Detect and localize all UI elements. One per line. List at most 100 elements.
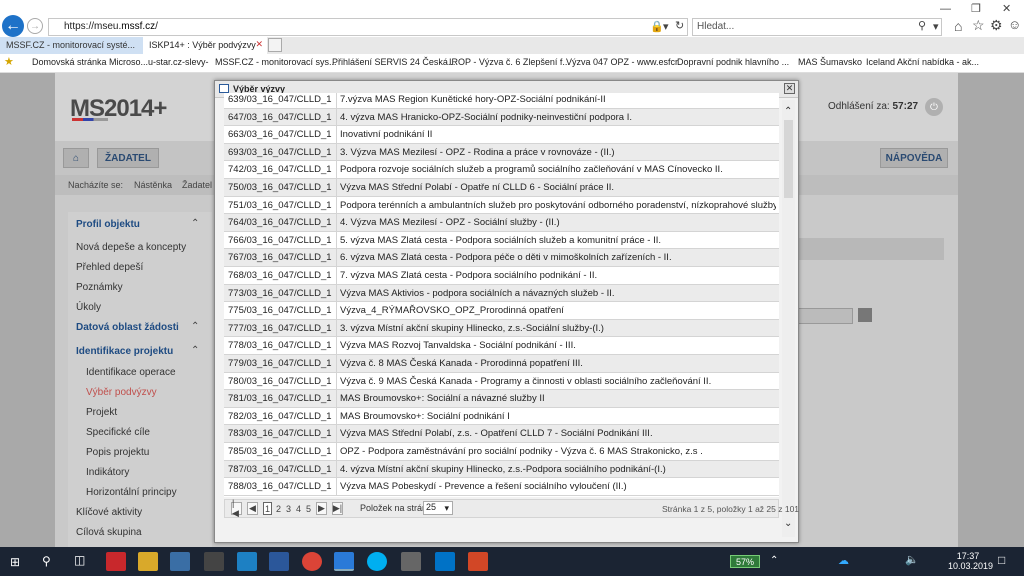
- selection-field[interactable]: [798, 308, 853, 324]
- sidebar-item[interactable]: Výběr podvýzvy: [86, 387, 157, 398]
- scrollbar-thumb[interactable]: [784, 120, 793, 198]
- dropdown-icon[interactable]: ▾: [663, 20, 669, 33]
- sidebar-item[interactable]: Klíčové aktivity: [76, 507, 142, 518]
- forward-button[interactable]: →: [27, 18, 43, 34]
- list-picker-icon[interactable]: [858, 308, 872, 322]
- favorites-star-icon[interactable]: ★: [4, 55, 14, 68]
- grid-row[interactable]: 775/03_16_047/CLLD_15_... Výzva_4_RÝMAŘOV…: [224, 302, 779, 320]
- fav-link[interactable]: Výzva 047 OPZ - www.esfcr: [566, 57, 678, 67]
- fav-link[interactable]: IROP - Výzva č. 6 Zlepšení f...: [449, 57, 570, 67]
- sidebar-item[interactable]: Profil objektu: [76, 219, 140, 230]
- grid-row[interactable]: 781/03_16_047/CLLD_16_... MAS Broumovsko+…: [224, 390, 779, 408]
- first-page-icon[interactable]: |◀: [231, 498, 242, 518]
- powerpoint-icon[interactable]: [468, 552, 488, 571]
- sidebar-item[interactable]: Úkoly: [76, 302, 101, 313]
- sidebar-item[interactable]: Projekt: [86, 407, 117, 418]
- home-nav-icon[interactable]: ⌂: [63, 148, 89, 168]
- maximize-button[interactable]: ❐: [971, 2, 981, 15]
- grid-row[interactable]: 780/03_16_047/CLLD_15_... Výzva č. 9 MAS …: [224, 372, 779, 391]
- settings-gear-icon[interactable]: ⚙: [990, 17, 1003, 34]
- photos-icon[interactable]: [401, 552, 421, 571]
- chevron-up-icon[interactable]: ⌃: [191, 321, 199, 332]
- power-icon[interactable]: ⏻: [925, 98, 943, 116]
- chevron-up-icon[interactable]: ⌃: [191, 218, 199, 229]
- grid-row[interactable]: 742/03_16_047/CLLD_16_... Podpora rozvoje…: [224, 161, 779, 179]
- sidebar-item[interactable]: Identifikace projektu: [76, 346, 173, 357]
- scroll-down-icon[interactable]: ⌄: [784, 518, 792, 529]
- app-icon[interactable]: [106, 552, 126, 571]
- grid-row[interactable]: 764/03_16_047/CLLD_16_... 4. Výzva MAS Me…: [224, 214, 779, 232]
- zadatel-button[interactable]: ŽADATEL: [97, 148, 159, 168]
- next-page-icon[interactable]: ▶: [316, 502, 327, 515]
- per-page-select[interactable]: 25 ▾: [423, 501, 453, 515]
- grid-row[interactable]: 768/03_16_047/CLLD_17_... 7. výzva MAS Zl…: [224, 267, 779, 285]
- fav-link[interactable]: Dopravní podnik hlavního ...: [677, 57, 789, 67]
- skype-icon[interactable]: [367, 552, 387, 571]
- grid-row[interactable]: 767/03_16_047/CLLD_17_... 6. výzva MAS Zl…: [224, 249, 779, 267]
- page-link[interactable]: 5: [304, 502, 313, 515]
- home-icon[interactable]: ⌂: [954, 18, 962, 34]
- page-link[interactable]: 1: [263, 502, 272, 515]
- clock[interactable]: 17:37 10.03.2019: [948, 551, 993, 571]
- onedrive-icon[interactable]: ☁: [838, 554, 849, 567]
- breadcrumb-zadatel[interactable]: Žadatel: [182, 180, 212, 190]
- sidebar-item[interactable]: Datová oblast žádosti: [76, 322, 179, 333]
- minimize-button[interactable]: —: [940, 3, 951, 15]
- close-window-button[interactable]: ✕: [1002, 2, 1011, 15]
- favorites-star-icon[interactable]: ☆: [972, 17, 985, 34]
- grid-row[interactable]: 639/03_16_047/CLLD_15_... 7.výzva MAS Reg…: [224, 93, 779, 109]
- grid-row[interactable]: 751/03_16_047/CLLD_15_... Podpora terénní…: [224, 196, 779, 215]
- chevron-up-icon[interactable]: ⌃: [770, 555, 778, 566]
- task-view-icon[interactable]: ◫: [74, 553, 85, 567]
- chrome-icon[interactable]: [302, 552, 322, 571]
- grid-row[interactable]: 773/03_16_047/CLLD_16_... Výzva MAS Aktiv…: [224, 284, 779, 303]
- fav-link[interactable]: u-star.cz-slevy-: [148, 57, 209, 67]
- tab-iskp[interactable]: ISKP14+ : Výběr podvýzvy ✕: [143, 37, 267, 54]
- search-icon[interactable]: ⚲: [42, 554, 51, 568]
- new-tab-button[interactable]: [268, 38, 282, 52]
- fav-link[interactable]: Domovská stránka Microso...: [32, 57, 148, 67]
- grid-row[interactable]: 647/03_16_047/CLLD_15_... 4. výzva MAS Hr…: [224, 108, 779, 127]
- sidebar-item[interactable]: Poznámky: [76, 282, 123, 293]
- sidebar-item[interactable]: Specifické cíle: [86, 427, 150, 438]
- chevron-up-icon[interactable]: ⌃: [191, 345, 199, 356]
- volume-icon[interactable]: 🔈: [905, 553, 919, 566]
- mail-icon[interactable]: [204, 552, 224, 571]
- last-page-icon[interactable]: ▶|: [332, 502, 343, 515]
- grid-row[interactable]: 787/03_16_047/CLLD_15_... 4. výzva Místní…: [224, 460, 779, 479]
- grid-row[interactable]: 779/03_16_047/CLLD_15_... Výzva č. 8 MAS …: [224, 355, 779, 373]
- grid-row[interactable]: 778/03_16_047/CLLD_16_... Výzva MAS Rozvo…: [224, 337, 779, 355]
- search-dropdown-icon[interactable]: ▾: [933, 20, 939, 33]
- prev-page-icon[interactable]: ◀: [247, 502, 258, 515]
- sidebar-item[interactable]: Nová depeše a koncepty: [76, 242, 186, 253]
- sidebar-item[interactable]: Identifikace operace: [86, 367, 176, 378]
- tab-mssf[interactable]: MSSF.CZ - monitorovací systé...: [0, 37, 143, 54]
- page-link[interactable]: 4: [294, 502, 303, 515]
- grid-row[interactable]: 777/03_16_047/CLLD_15_... 3. výzva Místní…: [224, 319, 779, 338]
- sidebar-item[interactable]: Cílová skupina: [76, 527, 142, 538]
- windows-start-icon[interactable]: ⊞: [10, 555, 20, 569]
- sidebar-item[interactable]: Přehled depeší: [76, 262, 143, 273]
- app-l-icon[interactable]: [237, 552, 257, 571]
- scroll-up-icon[interactable]: ⌃: [784, 106, 792, 117]
- sidebar-item[interactable]: Horizontální principy: [86, 487, 177, 498]
- grid-row[interactable]: 750/03_16_047/CLLD_17_... Výzva MAS Střed…: [224, 179, 779, 197]
- fav-link[interactable]: Přihlášení SERVIS 24 Česká...: [332, 57, 455, 67]
- grid-row[interactable]: 766/03_16_047/CLLD_17_... 5. výzva MAS Zl…: [224, 231, 779, 250]
- refresh-icon[interactable]: ↻: [675, 19, 684, 32]
- page-link[interactable]: 2: [274, 502, 283, 515]
- fav-link[interactable]: Akční nabídka - ak...: [897, 57, 979, 67]
- tab-close-icon[interactable]: ✕: [255, 39, 263, 50]
- sidebar-item[interactable]: Indikátory: [86, 467, 129, 478]
- fav-link[interactable]: MAS Šumavsko: [798, 57, 862, 67]
- fav-link[interactable]: Iceland: [866, 57, 895, 67]
- fav-link[interactable]: MSSF.CZ - monitorovací sys...: [215, 57, 337, 67]
- grid-row[interactable]: 783/03_16_047/CLLD_17_... Výzva MAS Střed…: [224, 425, 779, 443]
- dialog-close-button[interactable]: ✕: [784, 83, 795, 94]
- grid-row[interactable]: 663/03_16_047/CLLD_17_... Inovativní podn…: [224, 126, 779, 144]
- notifications-icon[interactable]: □: [998, 553, 1005, 567]
- store-icon[interactable]: [170, 552, 190, 571]
- sidebar-item[interactable]: Popis projektu: [86, 447, 149, 458]
- breadcrumb-nastenka[interactable]: Nástěnka: [134, 180, 172, 190]
- search-icon[interactable]: ⚲: [918, 19, 926, 32]
